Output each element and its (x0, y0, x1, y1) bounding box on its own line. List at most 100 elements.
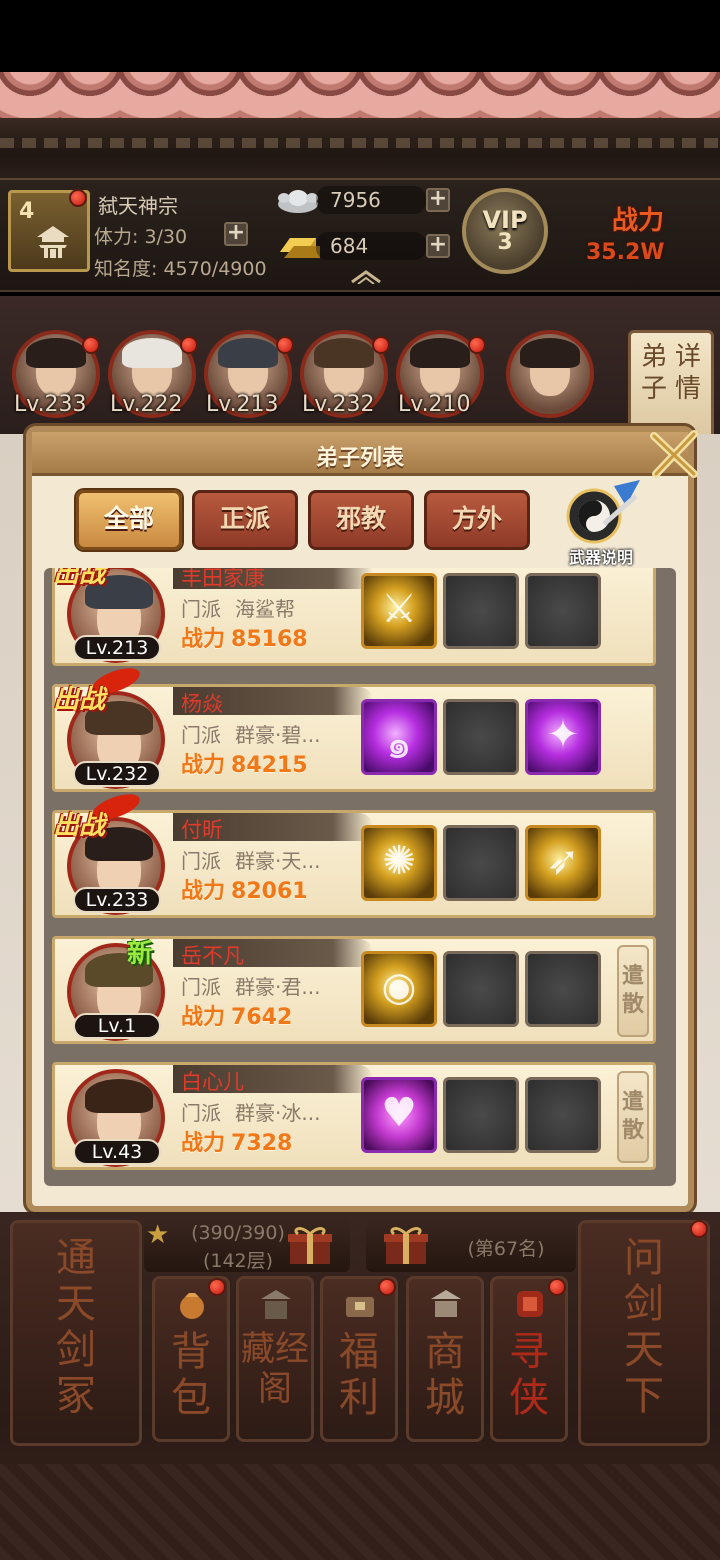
hero-portrait[interactable] (506, 330, 594, 418)
disciple-card[interactable]: Lv.233 出战 付昕 门派 群豪·天... 战力 82061 ✺ ➶ (52, 789, 656, 918)
gift-box-icon[interactable] (286, 1222, 334, 1266)
tab-outsider[interactable]: 方外 (424, 490, 530, 550)
weapon-help-button[interactable]: 武器说明 (556, 476, 646, 567)
header-bar: 4 弑天神宗 体力: 3/30 + 知名度: 4570/4900 7956 + … (0, 180, 720, 292)
weapon-slot[interactable]: ◉ (361, 951, 437, 1027)
disciple-sect: 门派 群豪·君... (181, 975, 321, 999)
weapon-slot-empty[interactable] (443, 699, 519, 775)
sword-tomb-label: 通天剑冢 (56, 1235, 96, 1419)
notification-dot (378, 1278, 396, 1296)
guild-level: 4 (19, 199, 35, 224)
nav-backpack-label: 背包 (171, 1329, 211, 1421)
dismiss-button[interactable]: 遣散 (617, 1071, 649, 1163)
disciple-level: Lv.1 (73, 1013, 161, 1039)
in-battle-badge: 出战 (51, 789, 143, 843)
bottom-navigation: 通天剑冢 问剑天下 ★ (390/390) (142层) (第67名) 背包 藏… (0, 1212, 720, 1560)
nav-recruit[interactable]: 寻侠 (490, 1276, 568, 1442)
disciple-level: Lv.43 (73, 1139, 161, 1165)
in-battle-badge: 出战 (51, 568, 143, 591)
eaves-decoration (0, 118, 720, 180)
weapon-slot-empty[interactable] (443, 951, 519, 1027)
chevron-up-icon[interactable] (350, 268, 382, 284)
notification-dot (82, 336, 100, 354)
weapon-icon (566, 480, 640, 544)
disciple-power: 战力 7328 (181, 1131, 293, 1156)
stamina-text: 体力: 3/30 (94, 226, 188, 248)
disciple-name: 岳不凡 (181, 944, 244, 968)
disciple-card[interactable]: Lv.213 出战 丰田家康 门派 海鲨帮 战力 85168 ⚔ (52, 568, 656, 666)
pavilion-icon (37, 226, 69, 258)
pavilion-icon (261, 1290, 291, 1319)
close-icon[interactable] (644, 424, 704, 484)
vip-badge[interactable]: VIP 3 (462, 188, 548, 274)
add-silver-button[interactable]: + (426, 188, 450, 212)
silver-amount: 7956 (316, 186, 426, 214)
weapon-help-label: 武器说明 (568, 548, 633, 567)
disciple-power: 战力 84215 (181, 753, 308, 778)
guild-name: 弑天神宗 (98, 194, 178, 218)
disciple-list[interactable]: Lv.213 出战 丰田家康 门派 海鲨帮 战力 85168 ⚔ Lv.232 出战… (44, 568, 676, 1186)
weapon-slot[interactable]: ✦ (525, 699, 601, 775)
nav-backpack[interactable]: 背包 (152, 1276, 230, 1442)
add-stamina-button[interactable]: + (224, 222, 248, 246)
weapon-slot[interactable]: ๑ (361, 699, 437, 775)
disciple-sect: 门派 群豪·碧... (181, 723, 321, 747)
floor-pattern (0, 1464, 720, 1560)
notification-dot (276, 336, 294, 354)
guild-badge[interactable]: 4 (8, 189, 90, 272)
notification-dot (690, 1220, 708, 1238)
disciple-list-modal: 弟子列表 全部 正派 邪教 方外 武器说明 Lv.213 出战 丰田家康 门派海… (26, 426, 698, 1212)
disciple-sect: 门派 群豪·天... (181, 849, 321, 873)
sword-world-label: 问剑天下 (624, 1235, 664, 1419)
dismiss-button[interactable]: 遣散 (617, 945, 649, 1037)
tab-righteous[interactable]: 正派 (192, 490, 298, 550)
hero-level: Lv.232 (302, 392, 375, 417)
disciple-card[interactable]: Lv.1 新 岳不凡 门派 群豪·君... 战力 7642 ◉ 遣散 (52, 936, 656, 1044)
hero-level: Lv.233 (14, 392, 87, 417)
disciple-name: 付昕 (181, 818, 223, 842)
disciple-card[interactable]: Lv.43 白心儿 门派 群豪·冰... 战力 7328 ♥ 遣散 (52, 1062, 656, 1170)
weapon-slot-empty[interactable] (443, 573, 519, 649)
modal-title: 弟子列表 (315, 446, 404, 471)
disciple-card[interactable]: Lv.232 出战 杨焱 门派 群豪·碧... 战力 84215 ๑ ✦ (52, 663, 656, 792)
recruit-seal-icon (517, 1291, 543, 1317)
add-gold-button[interactable]: + (426, 234, 450, 258)
gold-amount: 684 (316, 232, 426, 260)
shop-icon (431, 1290, 461, 1317)
nav-recruit-label: 寻侠 (509, 1329, 549, 1421)
sword-world-button[interactable]: 问剑天下 (578, 1220, 710, 1446)
nav-shop-label: 商城 (425, 1329, 465, 1421)
weapon-slot-empty[interactable] (443, 1077, 519, 1153)
gold-bar-icon (280, 238, 320, 258)
weapon-slot[interactable]: ➶ (525, 825, 601, 901)
gift-box-icon[interactable] (382, 1222, 430, 1266)
notification-dot (208, 1278, 226, 1296)
vip-level: 3 (497, 230, 513, 255)
tab-all[interactable]: 全部 (76, 490, 182, 550)
nav-library[interactable]: 藏经阁 (236, 1276, 314, 1442)
disciple-name: 杨焱 (181, 692, 223, 716)
silver-ingot-icon (278, 190, 318, 213)
weapon-slot-empty[interactable] (525, 951, 601, 1027)
disciple-name: 丰田家康 (181, 568, 265, 590)
disciple-sect: 门派 海鲨帮 (181, 597, 295, 621)
notification-dot (372, 336, 390, 354)
total-power: 35.2W (586, 240, 665, 265)
weapon-slot-empty[interactable] (443, 825, 519, 901)
weapon-slot[interactable]: ♥ (361, 1077, 437, 1153)
disciple-level: Lv.232 (73, 761, 161, 787)
nav-shop[interactable]: 商城 (406, 1276, 484, 1442)
disciple-power: 战力 82061 (181, 879, 308, 904)
weapon-slot[interactable]: ✺ (361, 825, 437, 901)
weapon-slot-empty[interactable] (525, 1077, 601, 1153)
detail-label-col2: 详情 (674, 342, 701, 404)
nav-welfare[interactable]: 福利 (320, 1276, 398, 1442)
tower-floor-text: (142层) (202, 1250, 274, 1272)
fame-text: 知名度: 4570/4900 (94, 258, 267, 280)
weapon-slot[interactable]: ⚔ (361, 573, 437, 649)
hero-level: Lv.213 (206, 392, 279, 417)
power-label: 战力 (612, 206, 665, 236)
weapon-slot-empty[interactable] (525, 573, 601, 649)
sword-tomb-button[interactable]: 通天剑冢 (10, 1220, 142, 1446)
tab-evil[interactable]: 邪教 (308, 490, 414, 550)
